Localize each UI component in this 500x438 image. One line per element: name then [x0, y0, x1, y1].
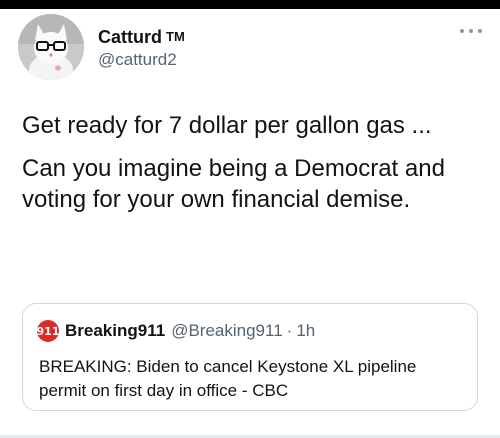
top-edge-bar	[0, 0, 500, 9]
separator-dot: ·	[286, 321, 293, 340]
quoted-author-handle[interactable]: @Breaking911	[171, 321, 282, 341]
author-display-name[interactable]: Catturd TM	[98, 26, 185, 48]
cat-avatar-icon	[18, 14, 84, 80]
quoted-avatar[interactable]: 911	[37, 320, 59, 342]
avatar[interactable]	[18, 14, 84, 80]
tweet-body: Get ready for 7 dollar per gallon gas ..…	[22, 110, 482, 215]
quoted-timestamp[interactable]: 1h	[296, 321, 315, 341]
quoted-tweet[interactable]: 911 Breaking911 @Breaking911 · 1h BREAKI…	[22, 303, 478, 411]
author-name-text: Catturd	[98, 27, 162, 47]
tweet-line-2: Can you imagine being a Democrat and vot…	[22, 155, 445, 213]
tweet-line-1: Get ready for 7 dollar per gallon gas ..…	[22, 112, 432, 139]
quoted-tweet-header: 911 Breaking911 @Breaking911 · 1h	[37, 320, 315, 342]
trademark-badge: TM	[166, 29, 185, 44]
author-handle[interactable]: @catturd2	[98, 48, 185, 72]
quoted-author-name[interactable]: Breaking911	[65, 321, 165, 341]
tweet-header: Catturd TM @catturd2	[18, 14, 482, 84]
quoted-tweet-text: BREAKING: Biden to cancel Keystone XL pi…	[39, 357, 417, 400]
author-info: Catturd TM @catturd2	[98, 26, 185, 72]
more-options-icon[interactable]	[460, 26, 482, 36]
